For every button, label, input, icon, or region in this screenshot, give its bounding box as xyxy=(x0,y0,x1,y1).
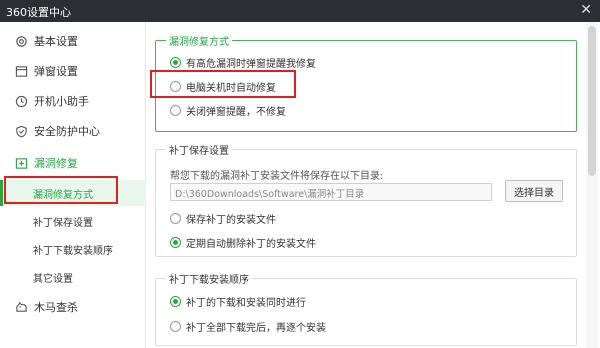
sidebar: 基本设置 弹窗设置 开机小助手 安全防护中心 漏洞修复 漏洞修复方式 补丁保存设… xyxy=(0,22,146,348)
sidebar-item-vuln-repair[interactable]: 漏洞修复 xyxy=(0,148,146,178)
radio-checked-icon xyxy=(170,296,181,307)
radio-option-install-after-download[interactable]: 补丁全部下载完后，再逐个安装 xyxy=(170,319,326,334)
shield-icon xyxy=(14,124,28,138)
save-path-hint: 帮您下载的漏洞补丁安装文件将保存在以下目录: xyxy=(170,171,384,182)
sidebar-item-label: 安全防护中心 xyxy=(34,125,100,138)
radio-option-popup-remind[interactable]: 有高危漏洞时弹窗提醒我修复 xyxy=(170,55,316,70)
radio-unchecked-icon xyxy=(170,81,181,92)
radio-label: 电脑关机时自动修复 xyxy=(186,83,276,94)
sidebar-subitem-repair-mode[interactable]: 漏洞修复方式 xyxy=(0,180,146,206)
sidebar-item-trojan-scan[interactable]: 木马查杀 xyxy=(0,292,146,322)
sidebar-item-security-center[interactable]: 安全防护中心 xyxy=(0,116,146,146)
radio-checked-icon xyxy=(170,57,181,68)
radio-unchecked-icon xyxy=(170,105,181,116)
radio-label: 有高危漏洞时弹窗提醒我修复 xyxy=(186,59,316,70)
repair-mode-group: 漏洞修复方式 有高危漏洞时弹窗提醒我修复 电脑关机时自动修复 关闭弹窗提醒，不修… xyxy=(155,33,577,132)
radio-label: 保存补丁的安装文件 xyxy=(186,215,276,226)
group-title: 补丁保存设置 xyxy=(166,142,232,157)
radio-option-auto-repair-on-shutdown[interactable]: 电脑关机时自动修复 xyxy=(170,79,276,94)
title-bar: 360设置中心 ✕ xyxy=(0,0,600,22)
window-icon xyxy=(14,64,28,78)
patch-save-group: 补丁保存设置 帮您下载的漏洞补丁安装文件将保存在以下目录: D:\360Down… xyxy=(155,142,577,257)
sidebar-subitem-download-order[interactable]: 补丁下载安装顺序 xyxy=(0,236,146,262)
settings-content: 漏洞修复方式 有高危漏洞时弹窗提醒我修复 电脑关机时自动修复 关闭弹窗提醒，不修… xyxy=(147,22,583,348)
sidebar-subitem-patch-save[interactable]: 补丁保存设置 xyxy=(0,208,146,234)
radio-unchecked-icon xyxy=(170,213,181,224)
radio-unchecked-icon xyxy=(170,321,181,332)
vertical-scrollbar[interactable] xyxy=(586,22,598,348)
sidebar-item-label: 弹窗设置 xyxy=(34,65,78,78)
radio-option-auto-delete-patch-files[interactable]: 定期自动删除补丁的安装文件 xyxy=(170,235,316,250)
sidebar-item-boot-assistant[interactable]: 开机小助手 xyxy=(0,86,146,116)
window-title: 360设置中心 xyxy=(6,6,71,19)
radio-checked-icon xyxy=(170,237,181,248)
sidebar-item-label: 木马查杀 xyxy=(34,301,78,314)
radio-label: 定期自动删除补丁的安装文件 xyxy=(186,239,316,250)
trojan-icon xyxy=(14,300,28,314)
radio-label: 补丁的下载和安装同时进行 xyxy=(186,298,306,309)
close-button[interactable]: ✕ xyxy=(580,2,592,18)
radio-option-download-install-parallel[interactable]: 补丁的下载和安装同时进行 xyxy=(170,294,306,309)
sidebar-subitem-other-settings[interactable]: 其它设置 xyxy=(0,264,146,290)
radio-label: 补丁全部下载完后，再逐个安装 xyxy=(186,323,326,334)
clock-icon xyxy=(14,94,28,108)
group-title: 漏洞修复方式 xyxy=(166,33,232,48)
download-order-group: 补丁下载安装顺序 补丁的下载和安装同时进行 补丁全部下载完后，再逐个安装 xyxy=(155,271,577,346)
sidebar-item-basic-settings[interactable]: 基本设置 xyxy=(0,26,146,56)
group-title: 补丁下载安装顺序 xyxy=(166,271,252,286)
scrollbar-thumb[interactable] xyxy=(588,26,596,176)
save-path-field[interactable]: D:\360Downloads\Software\漏洞补丁目录 xyxy=(170,183,492,201)
radio-label: 关闭弹窗提醒，不修复 xyxy=(186,107,286,118)
sidebar-item-label: 基本设置 xyxy=(34,35,78,48)
patch-icon xyxy=(14,156,28,170)
radio-option-no-repair[interactable]: 关闭弹窗提醒，不修复 xyxy=(170,103,286,118)
sidebar-item-popup-settings[interactable]: 弹窗设置 xyxy=(0,56,146,86)
sidebar-item-label: 开机小助手 xyxy=(34,95,89,108)
choose-directory-button[interactable]: 选择目录 xyxy=(505,180,563,202)
sidebar-item-label: 漏洞修复 xyxy=(34,157,78,170)
gear-icon xyxy=(14,34,28,48)
radio-option-keep-patch-files[interactable]: 保存补丁的安装文件 xyxy=(170,211,276,226)
